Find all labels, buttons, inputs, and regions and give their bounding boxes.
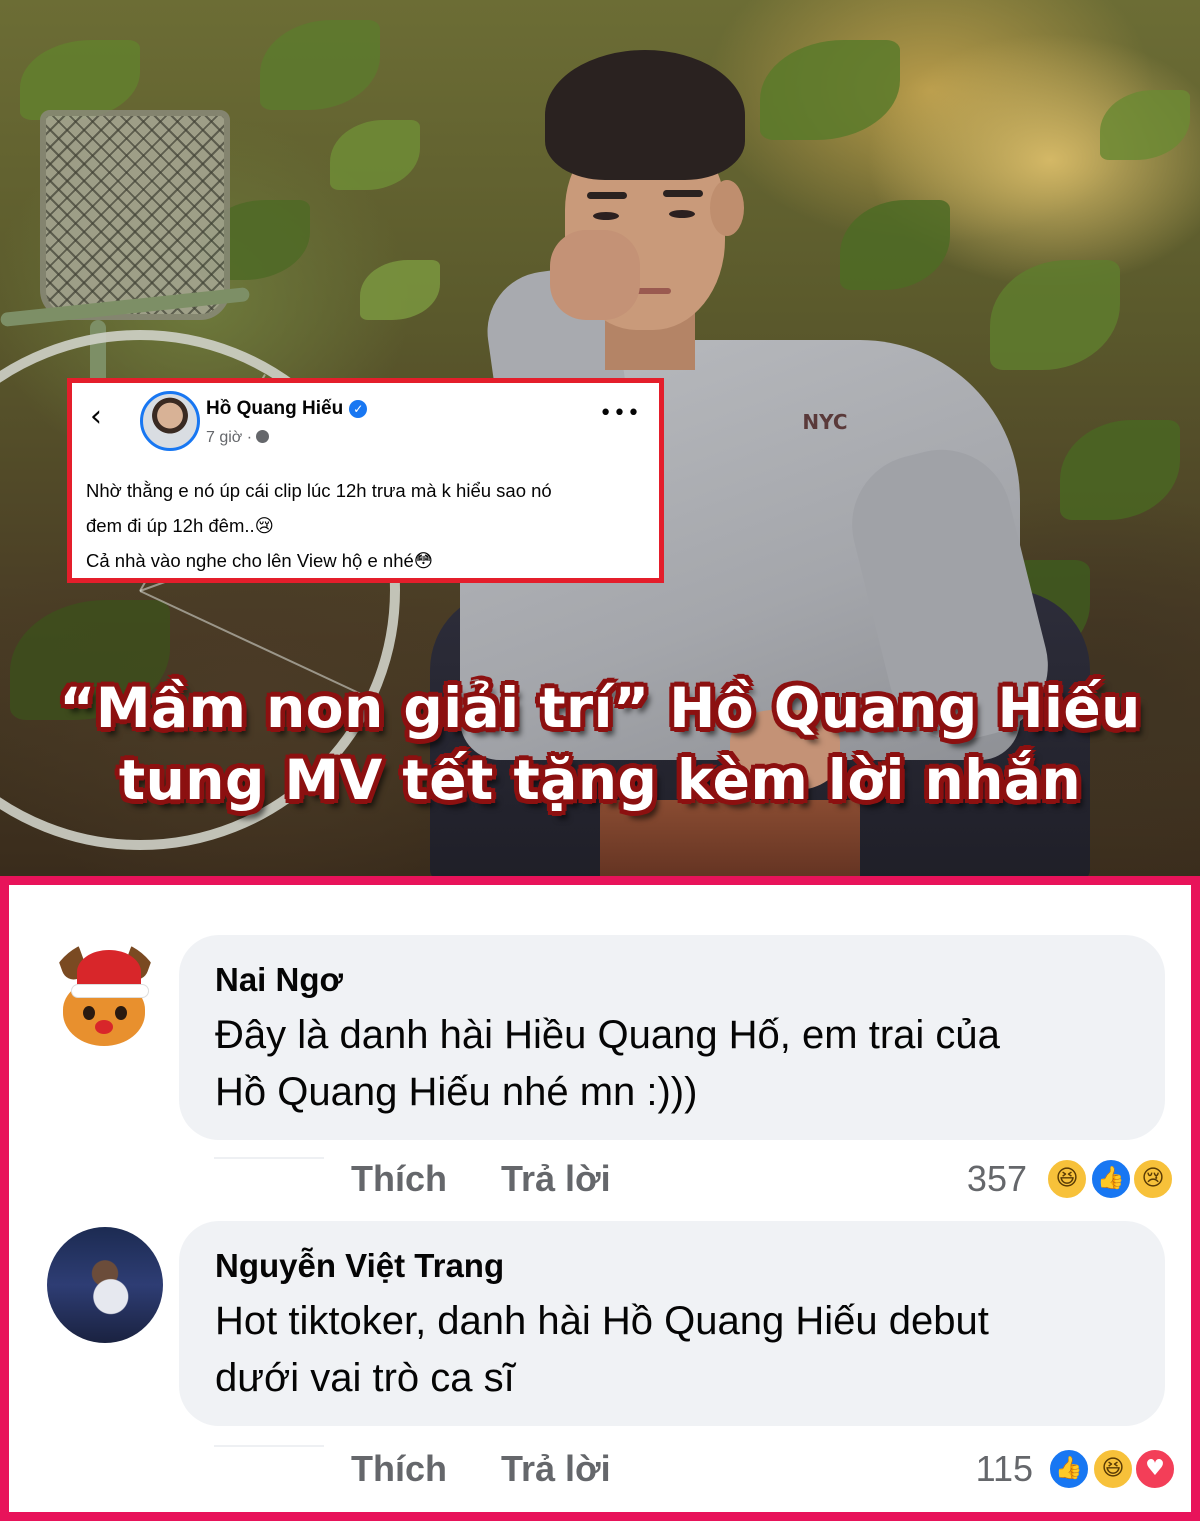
post-author-name-row[interactable]: Hồ Quang Hiếu ✓ bbox=[206, 398, 368, 420]
santa-hat-brim bbox=[71, 984, 149, 998]
foliage bbox=[1100, 90, 1190, 160]
chevron-left-icon[interactable]: ‹ bbox=[90, 402, 120, 433]
commenter-name[interactable]: Nai Ngơ bbox=[215, 961, 343, 999]
reaction-count[interactable]: 357 bbox=[939, 1158, 1027, 1200]
foliage bbox=[20, 40, 140, 120]
like-reaction-icon[interactable]: 👍 bbox=[1047, 1447, 1091, 1491]
post-body: Nhờ thằng e nó úp cái clip lúc 12h trưa … bbox=[86, 473, 656, 578]
comments-panel: Nai Ngơ Đây là danh hài Hiều Quang Hố, e… bbox=[0, 876, 1200, 1521]
deer-eye bbox=[83, 1006, 95, 1020]
reaction-count[interactable]: 115 bbox=[945, 1448, 1033, 1490]
commenter-name[interactable]: Nguyễn Việt Trang bbox=[215, 1247, 504, 1285]
comment-text: Hot tiktoker, danh hài Hồ Quang Hiếu deb… bbox=[215, 1293, 989, 1407]
ear bbox=[710, 180, 744, 236]
post-author-avatar[interactable] bbox=[140, 391, 200, 451]
comment-bubble: Nai Ngơ Đây là danh hài Hiều Quang Hố, e… bbox=[179, 935, 1165, 1140]
commenter-avatar[interactable] bbox=[47, 1227, 163, 1343]
deer-nose bbox=[95, 1020, 113, 1034]
post-line: Cả nhà vào nghe cho lên View hộ e nhé😳 bbox=[86, 550, 434, 571]
like-button[interactable]: Thích bbox=[351, 1448, 447, 1490]
foliage bbox=[260, 20, 380, 110]
headline-line-2: tung MV tết tặng kèm lời nhắn bbox=[118, 748, 1082, 812]
commenter-avatar[interactable] bbox=[47, 940, 163, 1056]
haha-reaction-icon[interactable]: 😆 bbox=[1091, 1447, 1135, 1491]
headline-line-1: “Mầm non giải trí” Hồ Quang Hiếu bbox=[59, 676, 1141, 740]
comment-line: dưới vai trò ca sĩ bbox=[215, 1356, 515, 1400]
deer-eye bbox=[115, 1006, 127, 1020]
shirt-logo: NYC bbox=[802, 410, 848, 434]
post-time[interactable]: 7 giờ bbox=[206, 429, 242, 446]
comment-line: Hồ Quang Hiếu nhé mn :))) bbox=[215, 1070, 698, 1114]
globe-icon bbox=[256, 430, 270, 443]
eye bbox=[669, 210, 695, 218]
fist bbox=[550, 230, 640, 320]
post-meta: 7 giờ · bbox=[206, 429, 270, 447]
verified-badge-icon: ✓ bbox=[349, 400, 368, 418]
comment-bubble: Nguyễn Việt Trang Hot tiktoker, danh hài… bbox=[179, 1221, 1165, 1426]
divider bbox=[214, 1157, 324, 1159]
haha-reaction-icon[interactable]: 😆 bbox=[1045, 1157, 1089, 1201]
love-reaction-icon[interactable]: ♥ bbox=[1133, 1447, 1177, 1491]
hero-photo: NYC ‹ Hồ Quang Hiếu ✓ 7 giờ · ••• Nhờ thằ… bbox=[0, 0, 1200, 876]
hair bbox=[545, 50, 745, 180]
post-line: đem đi úp 12h đêm..😢 bbox=[86, 515, 274, 536]
post-author-name[interactable]: Hồ Quang Hiếu bbox=[206, 398, 343, 419]
more-horizontal-icon[interactable]: ••• bbox=[599, 401, 641, 426]
facebook-post-card: ‹ Hồ Quang Hiếu ✓ 7 giờ · ••• Nhờ thằng e… bbox=[67, 378, 664, 583]
like-button[interactable]: Thích bbox=[351, 1158, 447, 1200]
post-line: Nhờ thằng e nó úp cái clip lúc 12h trưa … bbox=[86, 480, 552, 501]
meta-separator: · bbox=[246, 429, 253, 446]
bicycle-basket bbox=[40, 110, 230, 320]
comment-text: Đây là danh hài Hiều Quang Hố, em trai c… bbox=[215, 1007, 1000, 1121]
reply-button[interactable]: Trả lời bbox=[501, 1158, 611, 1200]
comment-line: Hot tiktoker, danh hài Hồ Quang Hiếu deb… bbox=[215, 1299, 989, 1343]
like-reaction-icon[interactable]: 👍 bbox=[1089, 1157, 1133, 1201]
eyebrow bbox=[663, 190, 703, 197]
eyebrow bbox=[587, 192, 627, 199]
divider bbox=[214, 1445, 324, 1447]
reply-button[interactable]: Trả lời bbox=[501, 1448, 611, 1490]
comment-line: Đây là danh hài Hiều Quang Hố, em trai c… bbox=[215, 1013, 1000, 1057]
sad-reaction-icon[interactable]: 😢 bbox=[1131, 1157, 1175, 1201]
eye bbox=[593, 212, 619, 220]
headline: “Mầm non giải trí” Hồ Quang Hiếu tung MV… bbox=[0, 672, 1200, 816]
